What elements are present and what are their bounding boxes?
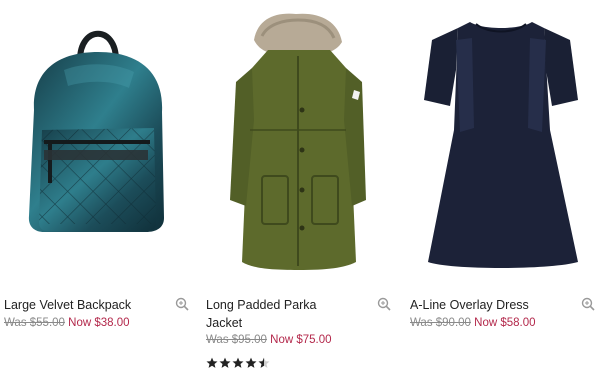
product-card-velvet-backpack[interactable]: Large Velvet Backpack Was $55.00 Now $38… (4, 0, 194, 373)
price-block: Was $95.00 Now $75.00 (206, 333, 332, 347)
zoom-icon[interactable] (377, 297, 391, 311)
price-block: Was $90.00 Now $58.00 (410, 316, 536, 330)
product-grid: Large Velvet Backpack Was $55.00 Now $38… (0, 0, 600, 373)
velvet-backpack-image[interactable] (4, 0, 194, 280)
product-card-parka-jacket[interactable]: Long Padded Parka Jacket Was $95.00 Now … (206, 0, 396, 373)
price-block: Was $55.00 Now $38.00 (4, 316, 130, 330)
overlay-dress-image[interactable] (410, 0, 600, 280)
zoom-icon[interactable] (175, 297, 189, 311)
zoom-icon[interactable] (581, 297, 595, 311)
was-price: Was $55.00 (4, 317, 65, 329)
now-price: Now $38.00 (68, 317, 130, 329)
product-name[interactable]: Large Velvet Backpack (4, 296, 164, 314)
star-icon (232, 357, 244, 368)
now-price: Now $58.00 (474, 317, 536, 329)
product-name-line-2: Jacket (206, 316, 243, 330)
parka-jacket-image[interactable] (206, 0, 396, 280)
star-rating (206, 357, 270, 369)
product-card-overlay-dress[interactable]: A-Line Overlay Dress Was $90.00 Now $58.… (410, 0, 600, 373)
star-icon (206, 357, 218, 368)
was-price: Was $95.00 (206, 334, 267, 346)
product-name[interactable]: Long Padded Parka Jacket (206, 296, 366, 332)
was-price: Was $90.00 (410, 317, 471, 329)
star-icon (258, 357, 270, 368)
star-icon (219, 357, 231, 368)
now-price: Now $75.00 (270, 334, 332, 346)
product-name-line-1: Long Padded Parka (206, 298, 317, 312)
product-name[interactable]: A-Line Overlay Dress (410, 296, 570, 314)
star-icon (245, 357, 257, 368)
